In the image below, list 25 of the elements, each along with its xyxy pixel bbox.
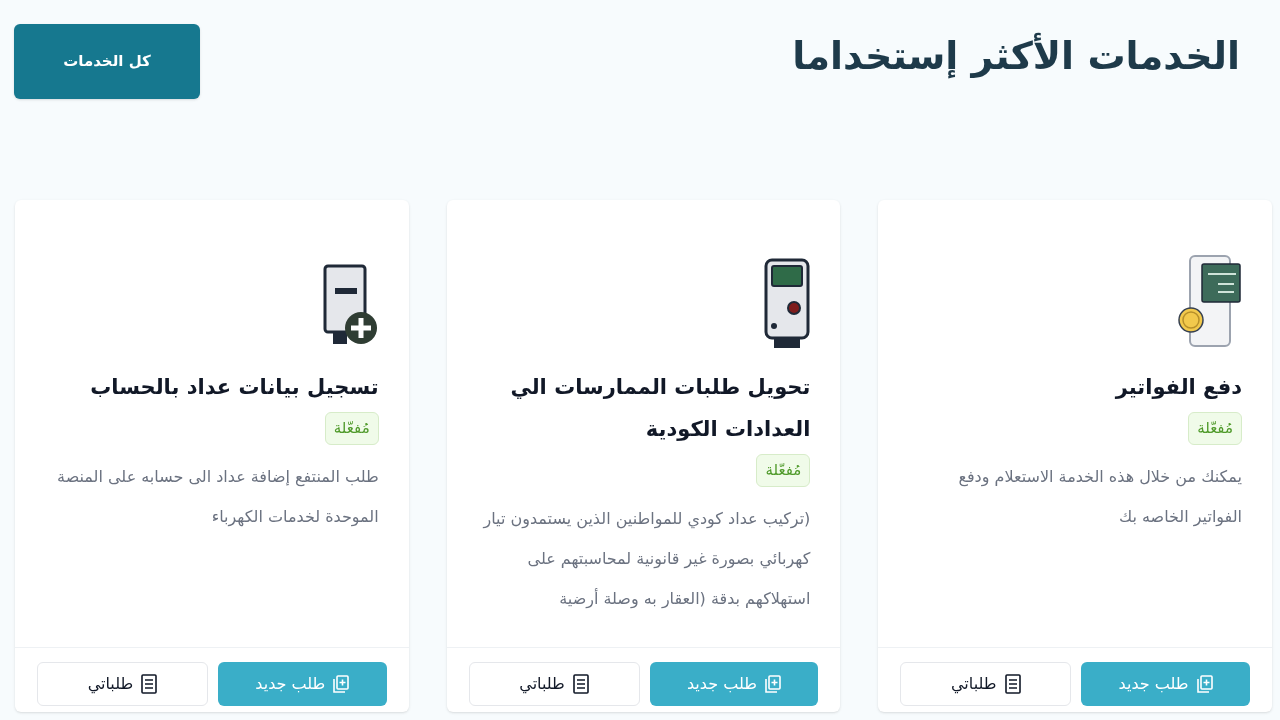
- section-title: الخدمات الأكثر إستخداما: [792, 31, 1240, 81]
- status-label: مُفعّلة: [324, 412, 379, 445]
- service-description: طلب المنتفع إضافة عداد الى حسابه على المنصة الموحدة لخدمات الكهرباء: [56, 465, 379, 529]
- service-title: تحويل طلبات الممارسات الي العدادات الكودية: [509, 374, 811, 443]
- all-services-button[interactable]: كل الخدمات: [14, 24, 200, 99]
- service-description: (تركيب عداد كودي للمواطنين الذين يستمدون تيار كهربائي بصورة غير قانونية لمحاسبتهم على استهلاكهم بدقة (العقار به وصلة أرضية: [481, 507, 811, 611]
- service-description: يمكنك من خلال هذه الخدمة الاستعلام ودفع الفواتير الخاصه بك: [957, 465, 1242, 529]
- phone-bill-coin-icon: [1178, 254, 1242, 350]
- electric-meter-icon: [764, 258, 811, 350]
- my-requests-button[interactable]: طلباتي: [900, 662, 1072, 706]
- add-document-icon: [333, 675, 350, 693]
- add-document-icon: [1196, 675, 1213, 693]
- service-title: تسجيل بيانات عداد بالحساب: [90, 374, 379, 401]
- my-requests-button[interactable]: طلباتي: [37, 662, 208, 706]
- new-request-button[interactable]: طلب جديد: [649, 662, 819, 706]
- add-document-icon: [764, 675, 781, 693]
- document-list-icon: [141, 674, 158, 694]
- my-requests-button[interactable]: طلباتي: [468, 662, 640, 706]
- new-request-button[interactable]: طلب جديد: [217, 662, 387, 706]
- document-list-icon: [1004, 674, 1021, 694]
- service-title: دفع الفواتير: [1115, 374, 1242, 401]
- status-label: مُفعّلة: [756, 454, 811, 487]
- status-label: مُفعّلة: [1188, 412, 1242, 445]
- document-list-icon: [572, 674, 589, 694]
- new-request-button[interactable]: طلب جديد: [1081, 662, 1250, 706]
